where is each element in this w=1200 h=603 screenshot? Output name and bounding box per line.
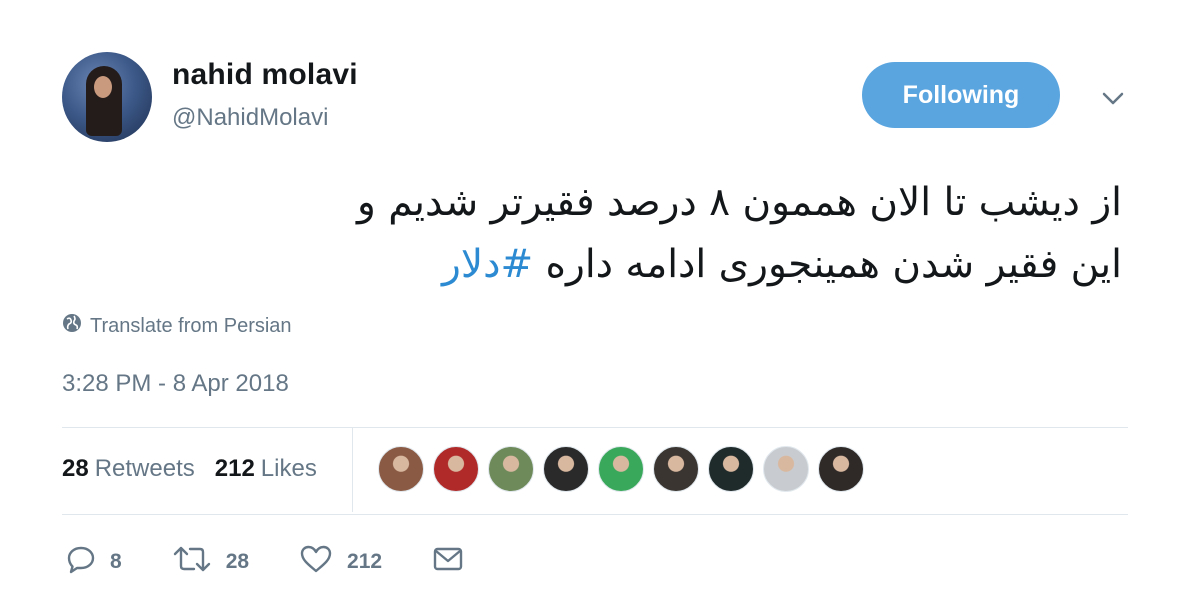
following-button[interactable]: Following	[862, 62, 1060, 128]
translate-label: Translate from Persian	[90, 314, 292, 337]
heart-icon	[299, 544, 333, 579]
like-count: 212	[347, 549, 383, 573]
retweets-count[interactable]: 28	[62, 455, 89, 483]
tweet-line-2-text: این فقیر شدن همینجوری ادامه داره	[545, 242, 1122, 287]
user-avatar[interactable]	[62, 52, 152, 142]
retweets-label[interactable]: Retweets	[95, 455, 195, 483]
retweet-icon	[172, 544, 212, 579]
liker-avatar-5[interactable]	[598, 446, 644, 492]
liker-avatar-1[interactable]	[378, 446, 424, 492]
stats-separator	[352, 428, 353, 512]
retweet-count: 28	[225, 549, 250, 573]
globe-icon	[62, 313, 82, 339]
direct-message-button[interactable]	[432, 545, 464, 578]
user-handle[interactable]: @NahidMolavi	[172, 104, 328, 132]
translate-link[interactable]: Translate from Persian	[62, 313, 292, 339]
envelope-icon	[432, 545, 464, 578]
reply-count: 8	[110, 549, 122, 573]
timestamp[interactable]: 3:28 PM - 8 Apr 2018	[62, 370, 289, 398]
liker-avatar-3[interactable]	[488, 446, 534, 492]
reply-icon	[66, 544, 96, 579]
reply-button[interactable]: 8	[66, 544, 122, 579]
divider-top	[62, 427, 1128, 428]
like-button[interactable]: 212	[299, 544, 382, 579]
avatar-face	[94, 76, 112, 98]
likes-label[interactable]: Likes	[261, 455, 317, 483]
action-bar: 8 28 212	[66, 544, 514, 579]
liker-avatars	[378, 446, 864, 492]
liker-avatar-2[interactable]	[433, 446, 479, 492]
chevron-down-icon[interactable]	[1098, 84, 1128, 114]
tweet-line-2: این فقیر شدن همینجوری ادامه داره #دلار	[62, 234, 1122, 296]
liker-avatar-9[interactable]	[818, 446, 864, 492]
liker-avatar-6[interactable]	[653, 446, 699, 492]
retweet-button[interactable]: 28	[172, 544, 249, 579]
likes-count[interactable]: 212	[215, 455, 255, 483]
liker-avatar-4[interactable]	[543, 446, 589, 492]
tweet-text: از دیشب تا الان هممون ۸ درصد فقیرتر شدیم…	[62, 172, 1122, 296]
tweet-stats: 28 Retweets 212 Likes	[62, 455, 317, 483]
liker-avatar-7[interactable]	[708, 446, 754, 492]
tweet-line-1: از دیشب تا الان هممون ۸ درصد فقیرتر شدیم…	[356, 180, 1122, 225]
divider-bottom	[62, 514, 1128, 515]
liker-avatar-8[interactable]	[763, 446, 809, 492]
hashtag-link[interactable]: #دلار	[442, 242, 533, 287]
display-name[interactable]: nahid molavi	[172, 58, 358, 92]
